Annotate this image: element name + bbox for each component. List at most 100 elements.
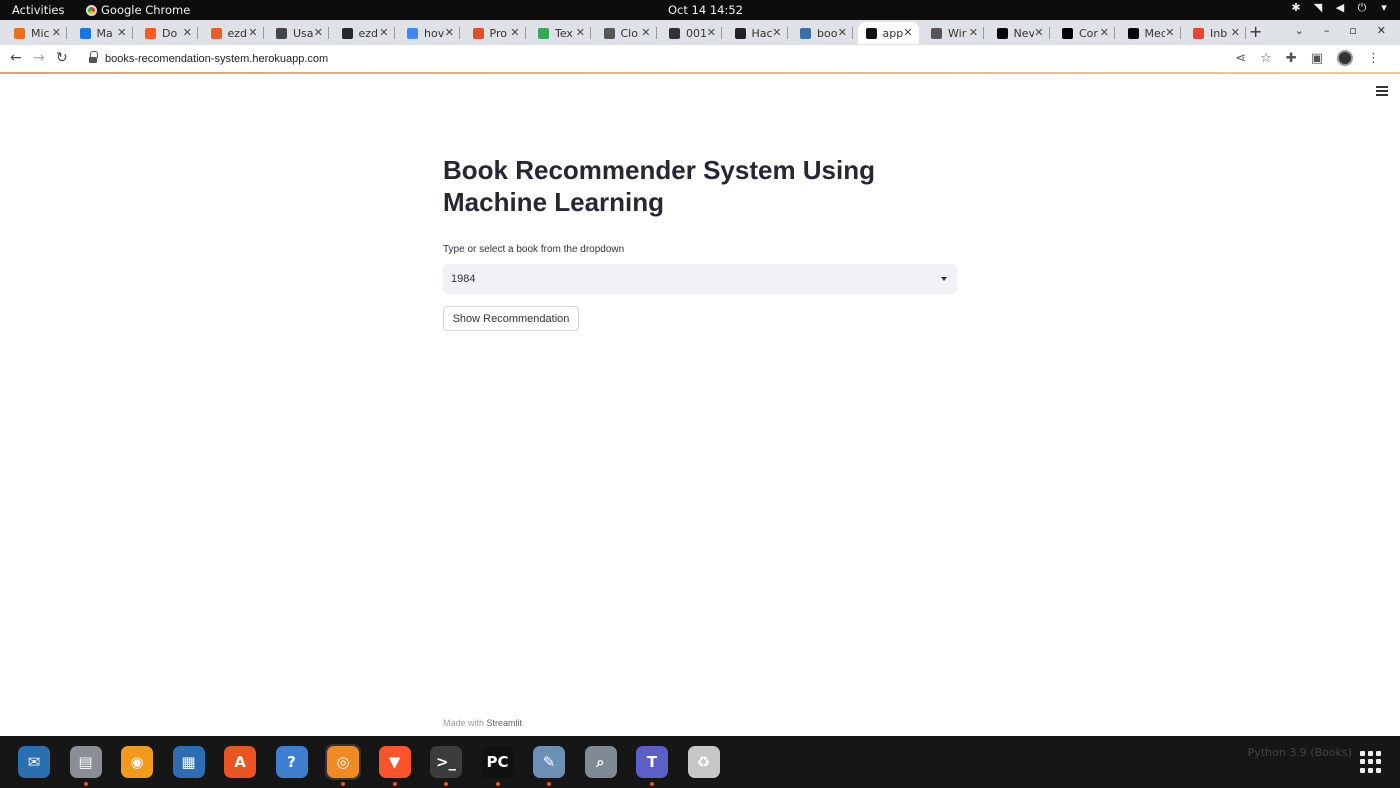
software-glyph: A	[224, 746, 256, 778]
browser-tab[interactable]: Mic ✕	[6, 22, 67, 44]
tab-separator	[131, 27, 133, 39]
network-app-icon[interactable]: ✱	[1290, 2, 1302, 14]
close-tab-icon[interactable]: ✕	[641, 26, 650, 39]
browser-tab[interactable]: Pro ✕	[465, 22, 526, 44]
clock[interactable]: Oct 14 14:52	[668, 3, 743, 17]
close-tab-icon[interactable]: ✕	[1100, 26, 1109, 39]
close-tab-icon[interactable]: ✕	[445, 26, 454, 39]
close-tab-icon[interactable]: ✕	[1165, 26, 1174, 39]
text-editor-glyph: ✎	[533, 746, 565, 778]
dock-brave-icon[interactable]: ▼	[377, 744, 413, 786]
browser-tab[interactable]: app ✕	[857, 22, 919, 44]
book-select[interactable]: 1984	[443, 264, 957, 294]
favicon-icon	[996, 27, 1008, 39]
extensions-icon[interactable]: ✚	[1286, 51, 1297, 66]
browser-tab[interactable]: Do ✕	[137, 22, 198, 44]
lock-icon[interactable]	[89, 50, 98, 64]
close-tab-icon[interactable]: ✕	[52, 26, 61, 39]
show-recommendation-button[interactable]: Show Recommendation	[443, 306, 579, 331]
dock-files-icon[interactable]: ▤	[68, 744, 104, 786]
dock-text-editor-icon[interactable]: ✎	[531, 744, 567, 786]
close-tab-icon[interactable]: ✕	[379, 26, 388, 39]
bookmark-star-icon[interactable]: ☆	[1260, 51, 1272, 66]
power-icon[interactable]: ⏻	[1356, 2, 1368, 14]
close-tab-icon[interactable]: ✕	[838, 26, 847, 39]
reload-icon[interactable]: ↻	[56, 50, 68, 66]
dock-trash-icon[interactable]: ♻	[686, 744, 722, 780]
activities-button[interactable]: Activities	[12, 3, 64, 17]
browser-tab[interactable]: Clo ✕	[596, 22, 657, 44]
omnibox[interactable]: books-recomendation-system.herokuapp.com	[80, 48, 1300, 70]
close-tab-icon[interactable]: ✕	[117, 26, 126, 39]
close-tab-icon[interactable]: ✕	[510, 26, 519, 39]
footer: Made with Streamlit	[443, 718, 522, 728]
minimize-icon[interactable]: –	[1324, 24, 1330, 37]
show-applications-icon[interactable]	[1360, 751, 1382, 773]
close-tab-icon[interactable]: ✕	[1231, 26, 1240, 39]
close-tab-icon[interactable]: ✕	[576, 26, 585, 39]
hamburger-menu-icon[interactable]	[1376, 86, 1388, 98]
forward-icon[interactable]: →	[33, 50, 45, 66]
browser-tab[interactable]: Hac ✕	[727, 22, 788, 44]
maximize-icon[interactable]: ▫	[1349, 24, 1356, 37]
tab-separator	[1179, 27, 1181, 39]
dock-writer-icon[interactable]: ▦	[171, 744, 207, 780]
browser-tab[interactable]: Nev ✕	[989, 22, 1050, 44]
wifi-icon[interactable]: ◥	[1312, 2, 1324, 14]
url-text[interactable]: books-recomendation-system.herokuapp.com	[105, 53, 328, 65]
close-window-icon[interactable]: ✕	[1377, 24, 1386, 37]
back-icon[interactable]: ←	[10, 50, 22, 66]
volume-icon[interactable]: ◀	[1334, 2, 1346, 14]
chevron-down-icon[interactable]: ▾	[1378, 2, 1390, 14]
share-icon[interactable]: ⋖	[1235, 51, 1246, 66]
favicon-icon	[79, 27, 91, 39]
close-tab-icon[interactable]: ✕	[903, 26, 912, 39]
browser-tab[interactable]: Mec ✕	[1120, 22, 1181, 44]
favicon-icon	[407, 27, 418, 39]
browser-tab[interactable]: Cor ✕	[1054, 22, 1115, 44]
browser-tab[interactable]: 001 ✕	[661, 22, 722, 44]
dock-pycharm-icon[interactable]: PC	[480, 744, 516, 786]
dock-help-icon[interactable]: ?	[274, 744, 310, 780]
dock-chrome-icon[interactable]: ◎	[325, 744, 361, 786]
system-tray[interactable]: ✱ ◥ ◀ ⏻ ▾	[1290, 2, 1390, 14]
dock-terminal-icon[interactable]: >_	[428, 744, 464, 786]
menu-kebab-icon[interactable]: ⋮	[1367, 51, 1380, 66]
rhythmbox-glyph: ◉	[121, 746, 153, 778]
browser-tab[interactable]: Tex ✕	[530, 22, 591, 44]
close-tab-icon[interactable]: ✕	[707, 26, 716, 39]
browser-tab[interactable]: Usa ✕	[268, 22, 329, 44]
close-tab-icon[interactable]: ✕	[1034, 26, 1043, 39]
close-tab-icon[interactable]: ✕	[248, 26, 257, 39]
browser-tab[interactable]: Wir ✕	[923, 22, 984, 44]
dock-thunderbird-icon[interactable]: ✉	[16, 744, 52, 780]
favicon-icon	[1193, 27, 1204, 39]
dock-rhythmbox-icon[interactable]: ◉	[119, 744, 155, 780]
browser-tab[interactable]: hov ✕	[399, 22, 460, 44]
app-menu[interactable]: Google Chrome	[86, 3, 190, 17]
side-panel-icon[interactable]: ▣	[1311, 51, 1323, 66]
new-tab-button[interactable]: +	[1249, 22, 1262, 41]
browser-tab[interactable]: ezd ✕	[334, 22, 395, 44]
browser-tab[interactable]: ezd ✕	[203, 22, 264, 44]
tab-title: Mec	[1144, 26, 1165, 40]
select-value[interactable]: 1984	[451, 273, 475, 285]
close-tab-icon[interactable]: ✕	[772, 26, 781, 39]
profile-avatar[interactable]	[1337, 50, 1353, 66]
caret-down-icon[interactable]	[941, 277, 947, 281]
close-tab-icon[interactable]: ✕	[314, 26, 323, 39]
close-tab-icon[interactable]: ✕	[183, 26, 192, 39]
browser-tab[interactable]: boo ✕	[792, 22, 853, 44]
dock-teams-icon[interactable]: T	[634, 744, 670, 786]
browser-tab[interactable]: Inb ✕	[1185, 22, 1246, 44]
tab-separator	[328, 27, 329, 39]
running-indicator	[341, 782, 345, 786]
thunderbird-glyph: ✉	[18, 746, 50, 778]
dock-magnifier-icon[interactable]: ⌕	[583, 744, 619, 780]
browser-tab[interactable]: Ma ✕	[72, 22, 133, 44]
close-tab-icon[interactable]: ✕	[969, 26, 978, 39]
favicon-icon	[276, 27, 287, 39]
streamlit-link[interactable]: Streamlit	[487, 718, 523, 728]
tab-search-icon[interactable]: ⌄	[1295, 24, 1304, 37]
dock-software-icon[interactable]: A	[222, 744, 258, 780]
